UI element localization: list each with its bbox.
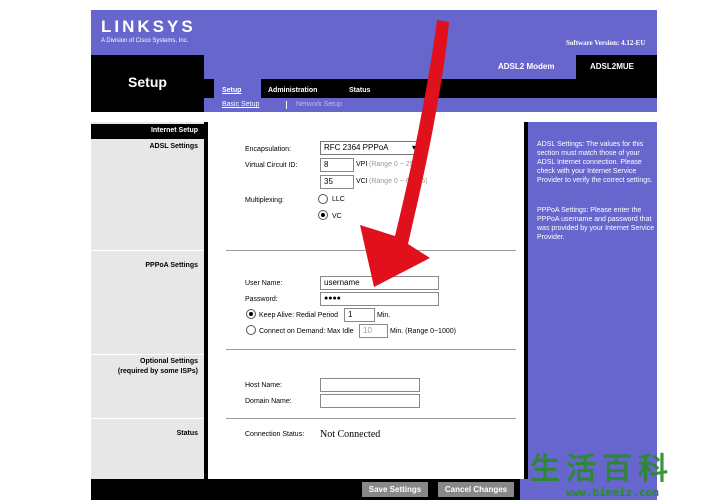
domain-name-input[interactable] (320, 394, 420, 408)
mux-llc-label: LLC (332, 196, 345, 203)
vpi-hint: (Range 0 ~ 255) (369, 161, 420, 168)
domain-name-label: Domain Name: (245, 398, 292, 405)
keep-alive-label: Keep Alive: Redial Period (259, 312, 338, 319)
tab-setup[interactable]: Setup (222, 87, 241, 94)
vc-id-label: Virtual Circuit ID: (245, 162, 298, 169)
mux-llc-radio[interactable] (318, 194, 328, 204)
user-name-input[interactable]: username (320, 276, 439, 290)
vci-input[interactable]: 35 (320, 175, 354, 189)
chevron-down-icon: ▾ (411, 143, 416, 152)
watermark-url: www.bimeiz.com (566, 486, 659, 499)
password-label: Password: (245, 296, 278, 303)
mux-vc-radio[interactable] (318, 210, 328, 220)
tab-status[interactable]: Status (349, 87, 370, 94)
watermark-logo: 生活百科 (530, 452, 674, 487)
linksys-logo: LINKSYS (101, 17, 196, 36)
subtab-network-setup[interactable]: Network Setup (296, 101, 342, 108)
host-name-input[interactable] (320, 378, 420, 392)
help-pppoa-text: PPPoA Settings: Please enter the PPPoA u… (537, 207, 655, 241)
multiplexing-label: Multiplexing: (245, 197, 284, 204)
section-divider (226, 250, 516, 251)
redial-min-label: Min. (377, 312, 391, 319)
connect-on-demand-radio[interactable] (246, 325, 256, 335)
left-divider (91, 354, 204, 355)
optional-settings-label: Optional Settings (140, 358, 198, 365)
software-version: Software Version: 4.12-EU (566, 39, 646, 47)
optional-settings-note: (required by some ISPs) (117, 368, 198, 375)
vpi-label: VPI (356, 161, 368, 168)
subtab-basic-setup[interactable]: Basic Setup (222, 101, 259, 108)
vci-label: VCI (356, 178, 368, 185)
left-divider (91, 418, 204, 419)
encapsulation-select[interactable]: RFC 2364 PPPoA ▾ (320, 141, 420, 155)
page-title: Setup (128, 74, 167, 90)
subtab-bar (204, 98, 657, 112)
user-name-label: User Name: (245, 280, 283, 287)
connection-status-label: Connection Status: (245, 431, 305, 438)
tab-administration[interactable]: Administration (268, 87, 317, 94)
pppoa-settings-label: PPPoA Settings (145, 262, 198, 269)
redial-period-input[interactable]: 1 (344, 308, 375, 322)
logo-subtitle: A Division of Cisco Systems, Inc. (101, 38, 189, 44)
model-name: ADSL2MUE (590, 62, 635, 71)
connection-status-value: Not Connected (320, 429, 381, 440)
max-idle-hint: Min. (Range 0~1000) (390, 328, 456, 335)
password-input[interactable]: ●●●● (320, 292, 439, 306)
cancel-changes-button[interactable]: Cancel Changes (438, 482, 514, 497)
vpi-input[interactable]: 8 (320, 158, 354, 172)
product-name: ADSL2 Modem (498, 62, 555, 71)
encapsulation-label: Encapsulation: (245, 146, 291, 153)
subtab-separator (286, 101, 287, 109)
help-adsl-text: ADSL Settings: The values for this secti… (537, 141, 653, 184)
connect-on-demand-label: Connect on Demand: Max Idle (259, 328, 354, 335)
max-idle-input[interactable]: 10 (359, 324, 388, 338)
adsl-settings-label: ADSL Settings (149, 143, 199, 150)
mux-vc-label: VC (332, 213, 342, 220)
save-settings-button[interactable]: Save Settings (362, 482, 428, 497)
left-column (91, 122, 204, 479)
section-divider (226, 349, 516, 350)
left-divider (91, 250, 204, 251)
keep-alive-radio[interactable] (246, 309, 256, 319)
encapsulation-value: RFC 2364 PPPoA (324, 143, 389, 152)
host-name-label: Host Name: (245, 382, 282, 389)
section-divider (226, 418, 516, 419)
internet-setup-label: Internet Setup (150, 127, 198, 134)
status-label: Status (176, 430, 198, 437)
vci-hint: (Range 0 ~ 65535) (369, 178, 428, 185)
